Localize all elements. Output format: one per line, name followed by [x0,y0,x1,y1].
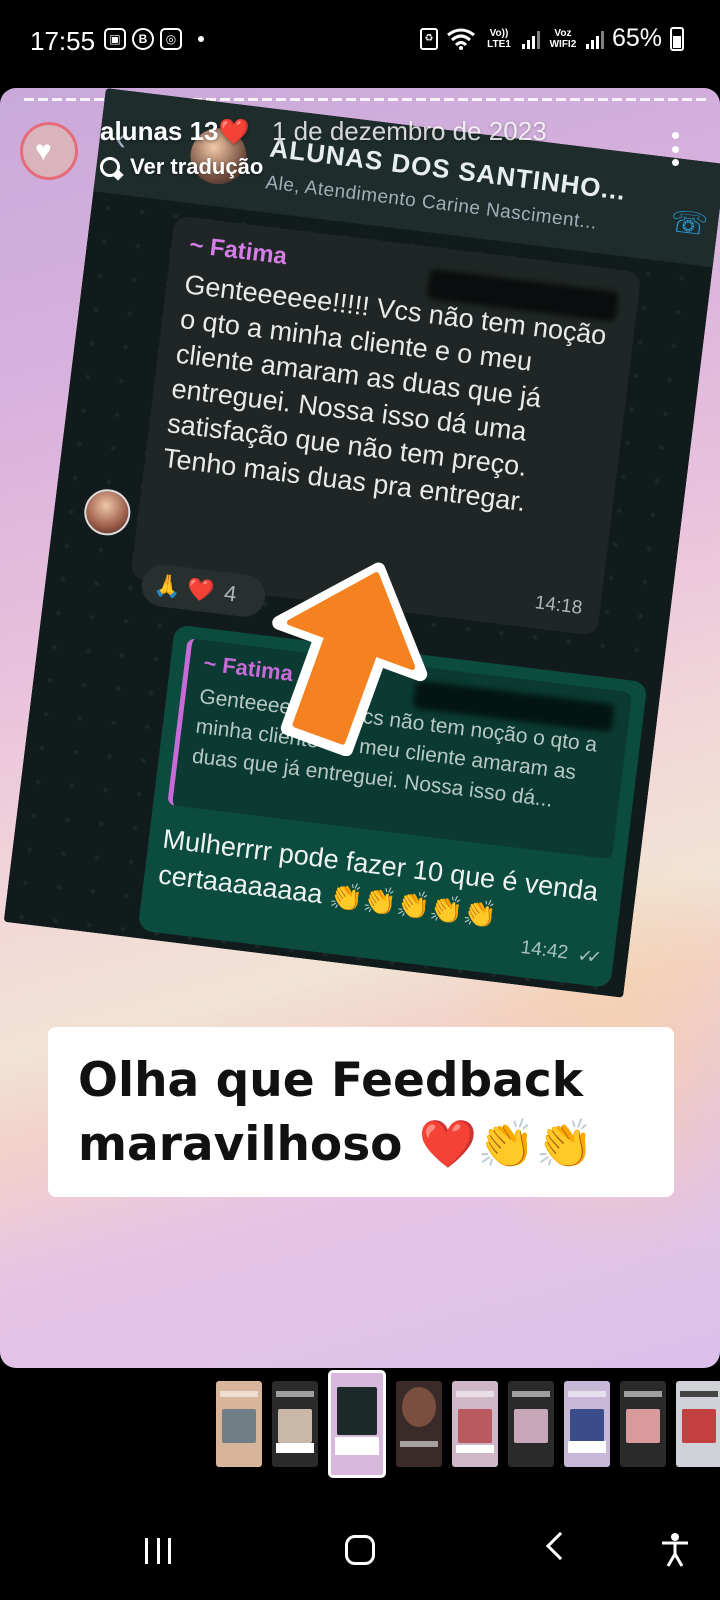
signal-1-icon [521,29,540,49]
battery-saver-icon: ♻ [419,27,438,50]
instagram-icon: ◎ [160,28,182,50]
read-ticks-icon: ✓✓ [576,945,597,968]
story-avatar[interactable]: ♥ [20,122,78,180]
translate-icon [100,157,120,177]
network-1-label: Vo)) LTE1 [487,27,511,50]
b-icon: B [132,28,154,50]
story-username[interactable]: alunas 13❤️ [100,116,250,147]
heart-emoji: ❤️ [218,118,250,146]
message-time: 14:18 [533,592,584,619]
add-call-icon: ☏ [668,204,710,243]
story-thumbnail[interactable] [216,1381,262,1467]
system-icons: ♻ Vo)) LTE1 Voz WIFI2 65% [419,24,684,53]
reaction-emojis: 🙏 ❤️ [152,571,216,604]
story-thumbnail[interactable] [676,1381,720,1467]
signal-2-icon [585,29,604,49]
story-thumbnail-active[interactable] [328,1370,386,1478]
battery-icon [670,26,684,51]
see-translation-button[interactable]: Ver tradução [100,154,263,180]
heart-icon: ♥ [35,135,52,166]
story-date: 1 de dezembro de 2023 [272,116,547,146]
story-thumbnail[interactable] [396,1381,442,1467]
android-nav-bar [0,1508,720,1600]
battery-percent: 65% [611,24,662,52]
caption-sticker: Olha que Feedback maravilhoso ❤️👏👏 [48,1027,674,1197]
accessibility-icon[interactable] [660,1532,690,1568]
caption-emojis: ❤️👏👏 [418,1117,595,1172]
story-thumbnail[interactable] [452,1381,498,1467]
home-button[interactable] [345,1535,375,1565]
network-2-label: Voz WIFI2 [549,27,577,50]
more-options-icon[interactable] [672,132,680,166]
wifi-icon [447,28,475,50]
sender-avatar [81,486,133,538]
whatsapp-screenshot: ‹ ALUNAS DOS SANTINHO... Ale, Atendiment… [3,88,720,998]
caption-line-2: maravilhoso ❤️👏👏 [78,1113,654,1177]
caption-line-2-text: maravilhoso [78,1117,403,1172]
reaction-count: 4 [222,580,238,607]
status-time: 17:55 [30,26,96,56]
image-icon: ▣ [104,28,126,50]
caption-line-1: Olha que Feedback [78,1053,584,1108]
story-thumbnail[interactable] [508,1381,554,1467]
translate-label: Ver tradução [130,154,264,179]
orange-arrow-sticker [272,562,428,756]
story-thumbnail[interactable] [620,1381,666,1467]
back-button[interactable] [545,1531,575,1561]
more-notifications-icon [198,36,204,42]
username-text: alunas 13 [100,116,219,146]
reply-time: 14:42 [519,937,570,964]
story-thumbnail[interactable] [272,1381,318,1467]
recent-apps-button[interactable] [145,1538,171,1564]
story-thumbnails [216,1370,720,1478]
status-bar: 17:55 ▣ B ◎ ♻ Vo)) LTE1 Voz WIFI2 65% [0,0,720,84]
notification-icons: ▣ B ◎ [104,28,204,50]
story-thumbnail[interactable] [564,1381,610,1467]
story-viewer[interactable]: ‹ ALUNAS DOS SANTINHO... Ale, Atendiment… [0,88,720,1368]
